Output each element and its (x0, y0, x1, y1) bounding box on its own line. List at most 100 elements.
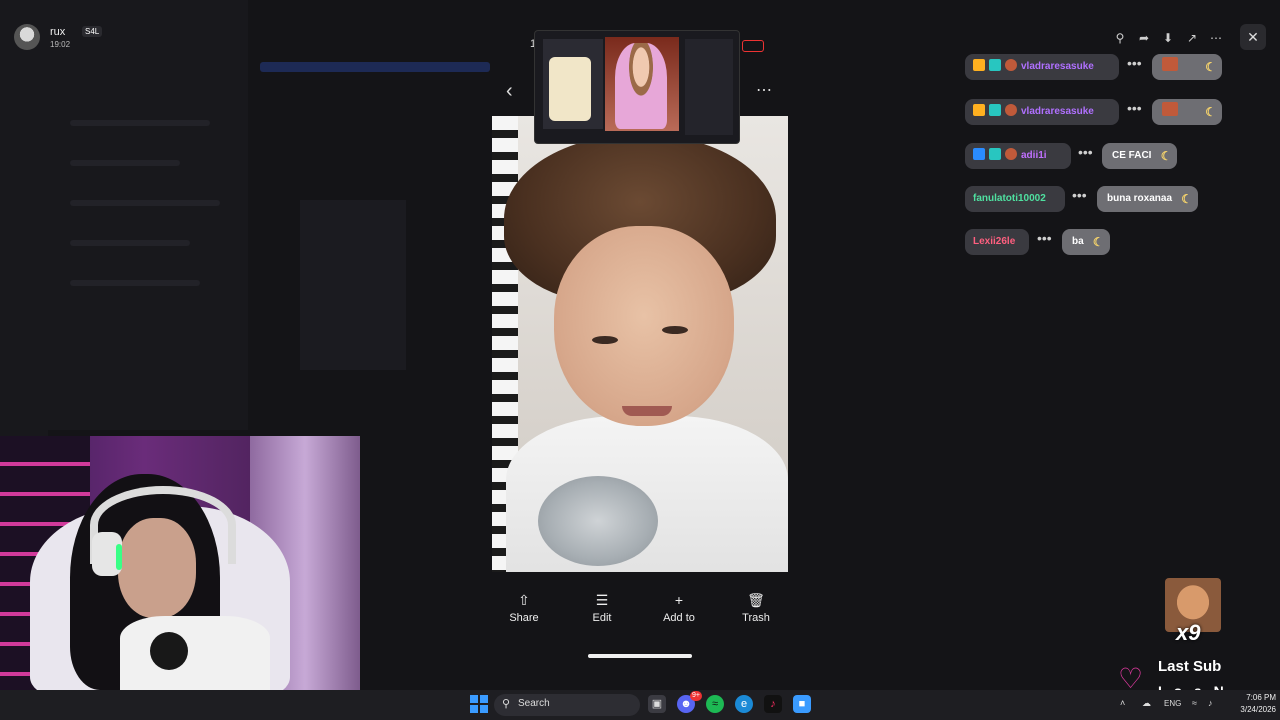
chat-username: vladraresasuke (965, 54, 1119, 80)
dots-icon: ••• (1127, 100, 1142, 116)
chat-emote-message: ☾ (1152, 99, 1222, 125)
app-window-icon[interactable]: ■ (793, 695, 811, 713)
plus-icon: + (674, 592, 684, 608)
spotify-icon[interactable]: ≈ (706, 695, 724, 713)
crown-badge-icon (973, 59, 985, 71)
close-icon[interactable]: ✕ (1240, 24, 1266, 50)
placeholder-line (70, 240, 190, 246)
task-view-icon[interactable]: ▣ (648, 695, 666, 713)
sub-badge-icon (989, 104, 1001, 116)
channel-list (48, 0, 248, 430)
placeholder-line (70, 120, 210, 126)
back-chevron-icon[interactable]: ‹ (506, 80, 524, 102)
trash-button[interactable]: 🗑 Trash (726, 590, 786, 634)
wifi-icon[interactable]: ≈ (1192, 698, 1197, 708)
taskbar-search[interactable]: ⚲ Search (494, 694, 640, 716)
user-time: 19:02 (50, 40, 71, 49)
taskbar-clock[interactable]: 7:06 PM 3/24/2026 (1222, 692, 1276, 716)
webcam-shirt-logo (150, 632, 188, 670)
user-strip: rux S4L 19:02 (14, 22, 214, 54)
last-sub-title: Last Sub (1158, 658, 1222, 675)
emote-icon (1162, 102, 1178, 116)
chat-emote-message: ☾ (1152, 54, 1222, 80)
tiktok-icon[interactable]: ♪ (764, 695, 782, 713)
photo-image[interactable] (492, 116, 788, 572)
viewer-toolbar: ⚲ ➦ ⬇ ↗ ⋯ ✕ (1100, 24, 1270, 52)
tray-chevron-icon[interactable]: ˄ (1120, 698, 1125, 708)
chat-message-text: CE FACI ☾ (1102, 143, 1178, 169)
photo-eye-left (592, 336, 618, 344)
more-dots-icon[interactable]: ⋯ (756, 82, 774, 100)
pip-cartoon (549, 57, 591, 121)
moon-icon: ☾ (1160, 149, 1172, 163)
share-icon: ⇧ (518, 592, 530, 608)
webcam-feed (0, 436, 360, 690)
placeholder-line (260, 62, 490, 72)
photo-action-bar: ⇧ Share ☰ Edit + Add to 🗑 Trash (492, 590, 788, 634)
username-text: vladraresasuke (1021, 106, 1094, 117)
username-text: adii1i (1021, 150, 1047, 161)
webcam-shirt (120, 616, 270, 690)
dots-icon: ••• (1078, 144, 1093, 160)
trash-icon: 🗑 (747, 592, 765, 608)
photo-face (554, 226, 734, 426)
add-to-button[interactable]: + Add to (649, 590, 709, 634)
chat-message-text: buna roxanaa ☾ (1097, 186, 1199, 212)
pip-preview[interactable] (534, 30, 740, 144)
tray-app-icon[interactable]: ☁ (1142, 698, 1151, 709)
zoom-icon[interactable]: ⚲ (1110, 28, 1130, 48)
home-indicator[interactable] (588, 654, 692, 658)
emote-badge-icon (1005, 104, 1017, 116)
dots-icon: ••• (1037, 230, 1052, 246)
headset-glow (116, 544, 122, 570)
chat-username: fanulatoti10002 (965, 186, 1065, 212)
username-text: Lexii26le (973, 236, 1016, 247)
emote-badge-icon (1005, 148, 1017, 160)
recording-indicator (742, 40, 764, 52)
user-badge: S4L (82, 26, 103, 37)
language-indicator[interactable]: ENG (1164, 699, 1181, 708)
message-text: ba (1072, 236, 1084, 247)
chat-message-text: ba ☾ (1062, 229, 1110, 255)
share-label: Share (509, 612, 539, 624)
emote-icon (1162, 57, 1178, 71)
download-icon[interactable]: ⬇ (1158, 28, 1178, 48)
volume-icon[interactable]: ♪ (1208, 698, 1213, 708)
moon-icon: ☾ (1092, 235, 1104, 249)
sliders-icon: ☰ (595, 592, 609, 608)
moon-icon: ☾ (1205, 60, 1216, 74)
notification-badge: 9+ (690, 691, 702, 701)
dots-icon: ••• (1072, 187, 1087, 203)
dots-icon: ••• (1127, 55, 1142, 71)
system-tray: ˄ ☁ ENG ≈ ♪ (1118, 694, 1228, 716)
message-text: buna roxanaa (1107, 193, 1173, 204)
emote-badge-icon (1005, 59, 1017, 71)
edit-button[interactable]: ☰ Edit (572, 590, 632, 634)
avatar[interactable] (14, 24, 40, 50)
dim-thumbnail (300, 200, 406, 370)
username-text: fanulatoti10002 (973, 193, 1046, 204)
pip-right-panel (685, 39, 733, 135)
sub-badge-icon (989, 59, 1001, 71)
placeholder-line (70, 200, 220, 206)
open-external-icon[interactable]: ↗ (1182, 28, 1202, 48)
crown-badge-icon (973, 104, 985, 116)
share-arrow-icon[interactable]: ➦ (1134, 28, 1154, 48)
edit-label: Edit (592, 612, 612, 624)
more-options-icon[interactable]: ⋯ (1206, 28, 1226, 48)
sub-badge-icon (989, 148, 1001, 160)
clock-time: 7:06 PM (1246, 693, 1276, 702)
search-placeholder: Search (518, 698, 550, 709)
trash-label: Trash (742, 612, 770, 624)
share-button[interactable]: ⇧ Share (494, 590, 554, 634)
taskbar: ⚲ Search ▣ ☻ 9+ ≈ e ♪ ■ ˄ ☁ ENG ≈ ♪ 7:06… (0, 690, 1280, 720)
message-text: CE FACI (1112, 150, 1152, 161)
windows-start-icon[interactable] (470, 695, 488, 713)
search-icon: ⚲ (502, 698, 511, 710)
photo-eye-right (662, 326, 688, 334)
bits-badge-icon (973, 148, 985, 160)
sub-count: x9 (1176, 620, 1201, 645)
placeholder-line (70, 280, 200, 286)
edge-icon[interactable]: e (735, 695, 753, 713)
chat-username: adii1i (965, 143, 1071, 169)
